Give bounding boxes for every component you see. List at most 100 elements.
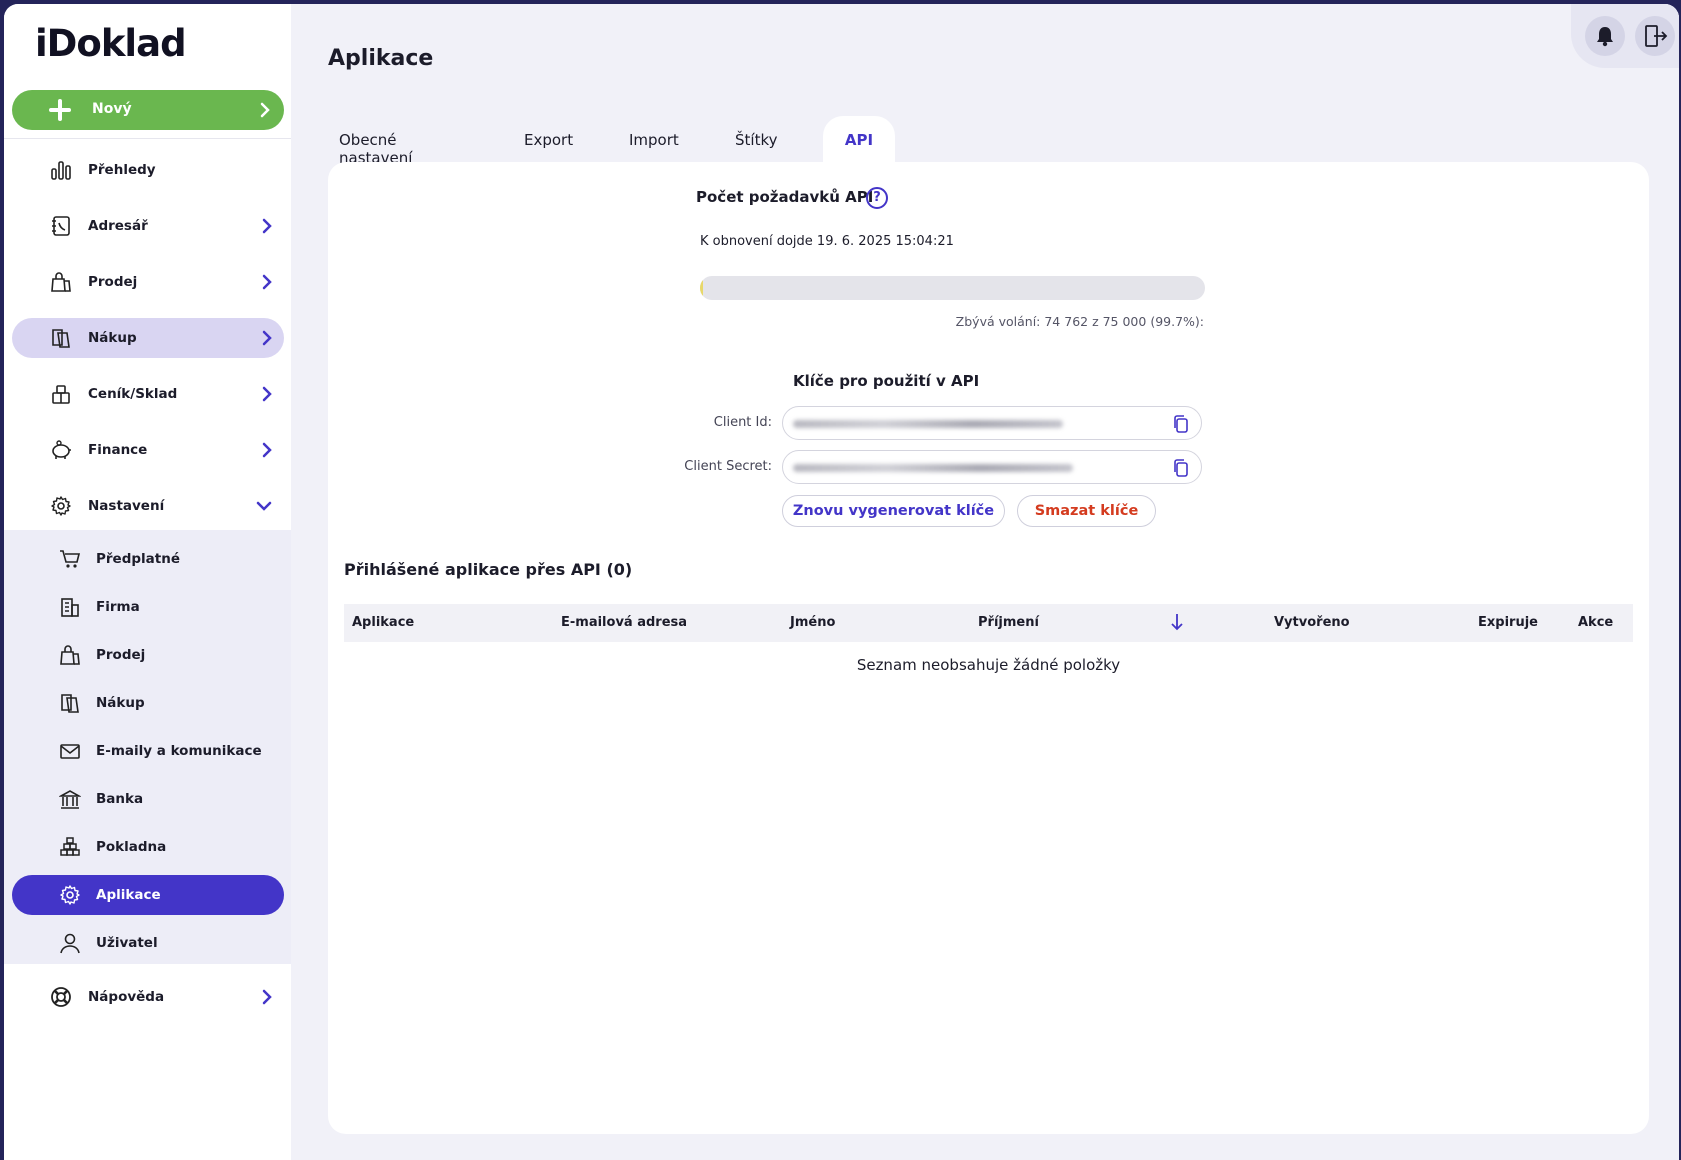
tab-api[interactable]: API <box>823 116 895 166</box>
chevron-right-icon <box>262 386 272 402</box>
sidebar-item-cenik-sklad[interactable]: Ceník/Sklad <box>12 374 284 414</box>
warehouse-icon <box>52 385 70 404</box>
main-content: Aplikace Obecné nastavení Export Import … <box>291 4 1679 1160</box>
logout-button[interactable] <box>1635 16 1675 56</box>
sidebar-item-label: Nastavení <box>88 498 165 514</box>
sidebar-item-adresar[interactable]: Adresář <box>12 206 284 246</box>
sidebar-item-label: Prodej <box>88 274 138 290</box>
column-header-akce: Akce <box>1578 615 1614 630</box>
client-id-label: Client Id: <box>713 415 772 430</box>
remaining-calls-text: Zbývá volání: 74 762 z 75 000 (99.7%): <box>955 314 1204 329</box>
sidebar-item-label: Adresář <box>88 218 148 234</box>
building-icon <box>61 598 79 617</box>
tab-import[interactable]: Import <box>629 116 679 166</box>
tab-export[interactable]: Export <box>524 116 573 166</box>
column-header-aplikace[interactable]: Aplikace <box>352 615 414 630</box>
apps-table-header: Aplikace E-mailová adresa Jméno Příjmení… <box>344 604 1633 642</box>
sidebar-item-nastaveni[interactable]: Nastavení <box>12 486 284 526</box>
submenu-item-label: Uživatel <box>96 935 158 951</box>
sidebar-item-label: Přehledy <box>88 162 156 178</box>
cart-icon <box>60 550 81 568</box>
submenu-item-label: Banka <box>96 791 144 807</box>
notifications-button[interactable] <box>1585 16 1625 56</box>
purchase-icon <box>52 329 70 348</box>
submenu-item-pokladna[interactable]: Pokladna <box>12 827 284 867</box>
renewal-text: K obnovení dojde 19. 6. 2025 15:04:21 <box>700 234 954 249</box>
bank-icon <box>59 790 81 809</box>
logo[interactable]: iDoklad <box>35 22 187 65</box>
sidebar: iDoklad Nový Přehledy Adresář Prodej Nák… <box>4 4 291 1160</box>
submenu-item-emaily[interactable]: E-maily a komunikace <box>12 731 284 771</box>
sort-arrow-down-icon[interactable] <box>1170 612 1184 632</box>
sidebar-item-prehledy[interactable]: Přehledy <box>12 150 284 190</box>
chevron-right-icon <box>260 102 270 118</box>
client-secret-masked-value <box>793 464 1073 472</box>
submenu-item-aplikace[interactable]: Aplikace <box>12 875 284 915</box>
column-header-email[interactable]: E-mailová adresa <box>561 615 687 630</box>
coins-icon <box>60 837 80 856</box>
column-header-vytvoreno[interactable]: Vytvořeno <box>1274 615 1350 630</box>
new-button[interactable]: Nový <box>12 90 284 130</box>
logout-icon <box>1645 25 1668 47</box>
usage-progress-fill <box>700 276 704 300</box>
tab-obecne-nastaveni[interactable]: Obecné nastavení <box>339 116 412 167</box>
submenu-item-label: Předplatné <box>96 551 180 567</box>
copy-icon[interactable] <box>1173 459 1189 477</box>
app-frame: iDoklad Nový Přehledy Adresář Prodej Nák… <box>4 4 1679 1160</box>
submenu-item-firma[interactable]: Firma <box>12 587 284 627</box>
new-button-label: Nový <box>92 101 132 117</box>
submenu-item-uzivatel[interactable]: Uživatel <box>12 923 284 963</box>
settings-submenu: Předplatné Firma Prodej Nákup E-maily a … <box>4 530 291 964</box>
usage-progress-bar <box>700 276 1205 300</box>
empty-table-message: Seznam neobsahuje žádné položky <box>856 656 1121 674</box>
submenu-item-label: Aplikace <box>96 887 161 903</box>
chevron-right-icon <box>262 989 272 1005</box>
help-icon[interactable]: ? <box>866 187 888 209</box>
api-card: Počet požadavků API ? K obnovení dojde 1… <box>328 162 1649 1134</box>
envelope-icon <box>60 744 80 759</box>
sidebar-divider <box>4 138 291 139</box>
submenu-item-label: Firma <box>96 599 140 615</box>
user-icon <box>60 933 80 954</box>
shopping-bag-icon <box>51 272 71 292</box>
submenu-item-nakup[interactable]: Nákup <box>12 683 284 723</box>
column-header-expiruje[interactable]: Expiruje <box>1478 615 1538 630</box>
sidebar-item-label: Finance <box>88 442 148 458</box>
submenu-item-predplatne[interactable]: Předplatné <box>12 539 284 579</box>
client-id-field[interactable] <box>782 406 1202 440</box>
sidebar-item-label: Nápověda <box>88 989 165 1005</box>
address-book-icon <box>52 216 70 236</box>
purchase-icon <box>61 694 79 713</box>
copy-icon[interactable] <box>1173 415 1189 433</box>
chevron-down-icon <box>256 501 272 511</box>
submenu-item-label: Prodej <box>96 647 146 663</box>
sidebar-item-prodej[interactable]: Prodej <box>12 262 284 302</box>
client-secret-field[interactable] <box>782 450 1202 484</box>
lifebuoy-icon <box>51 987 71 1007</box>
bell-icon <box>1597 27 1613 47</box>
sidebar-item-finance[interactable]: Finance <box>12 430 284 470</box>
submenu-item-label: E-maily a komunikace <box>96 743 262 759</box>
submenu-item-banka[interactable]: Banka <box>12 779 284 819</box>
column-header-jmeno[interactable]: Jméno <box>790 615 835 630</box>
delete-keys-button[interactable]: Smazat klíče <box>1017 495 1156 527</box>
chevron-right-icon <box>262 442 272 458</box>
submenu-item-label: Pokladna <box>96 839 167 855</box>
chevron-right-icon <box>262 330 272 346</box>
gear-icon <box>51 496 71 516</box>
keys-title: Klíče pro použití v API <box>793 372 980 390</box>
sidebar-item-label: Nákup <box>88 330 137 346</box>
tab-stitky[interactable]: Štítky <box>735 116 777 166</box>
plus-icon <box>48 98 72 122</box>
apps-table-title: Přihlášené aplikace přes API (0) <box>344 560 633 579</box>
sidebar-item-nakup[interactable]: Nákup <box>12 318 284 358</box>
client-secret-label: Client Secret: <box>684 459 772 474</box>
chart-bars-icon <box>51 161 71 180</box>
piggy-bank-icon <box>52 440 71 459</box>
submenu-item-label: Nákup <box>96 695 145 711</box>
column-header-prijmeni[interactable]: Příjmení <box>978 615 1039 630</box>
gear-icon <box>60 885 80 905</box>
regenerate-keys-button[interactable]: Znovu vygenerovat klíče <box>782 495 1005 527</box>
submenu-item-prodej[interactable]: Prodej <box>12 635 284 675</box>
sidebar-item-napoveda[interactable]: Nápověda <box>12 977 284 1017</box>
